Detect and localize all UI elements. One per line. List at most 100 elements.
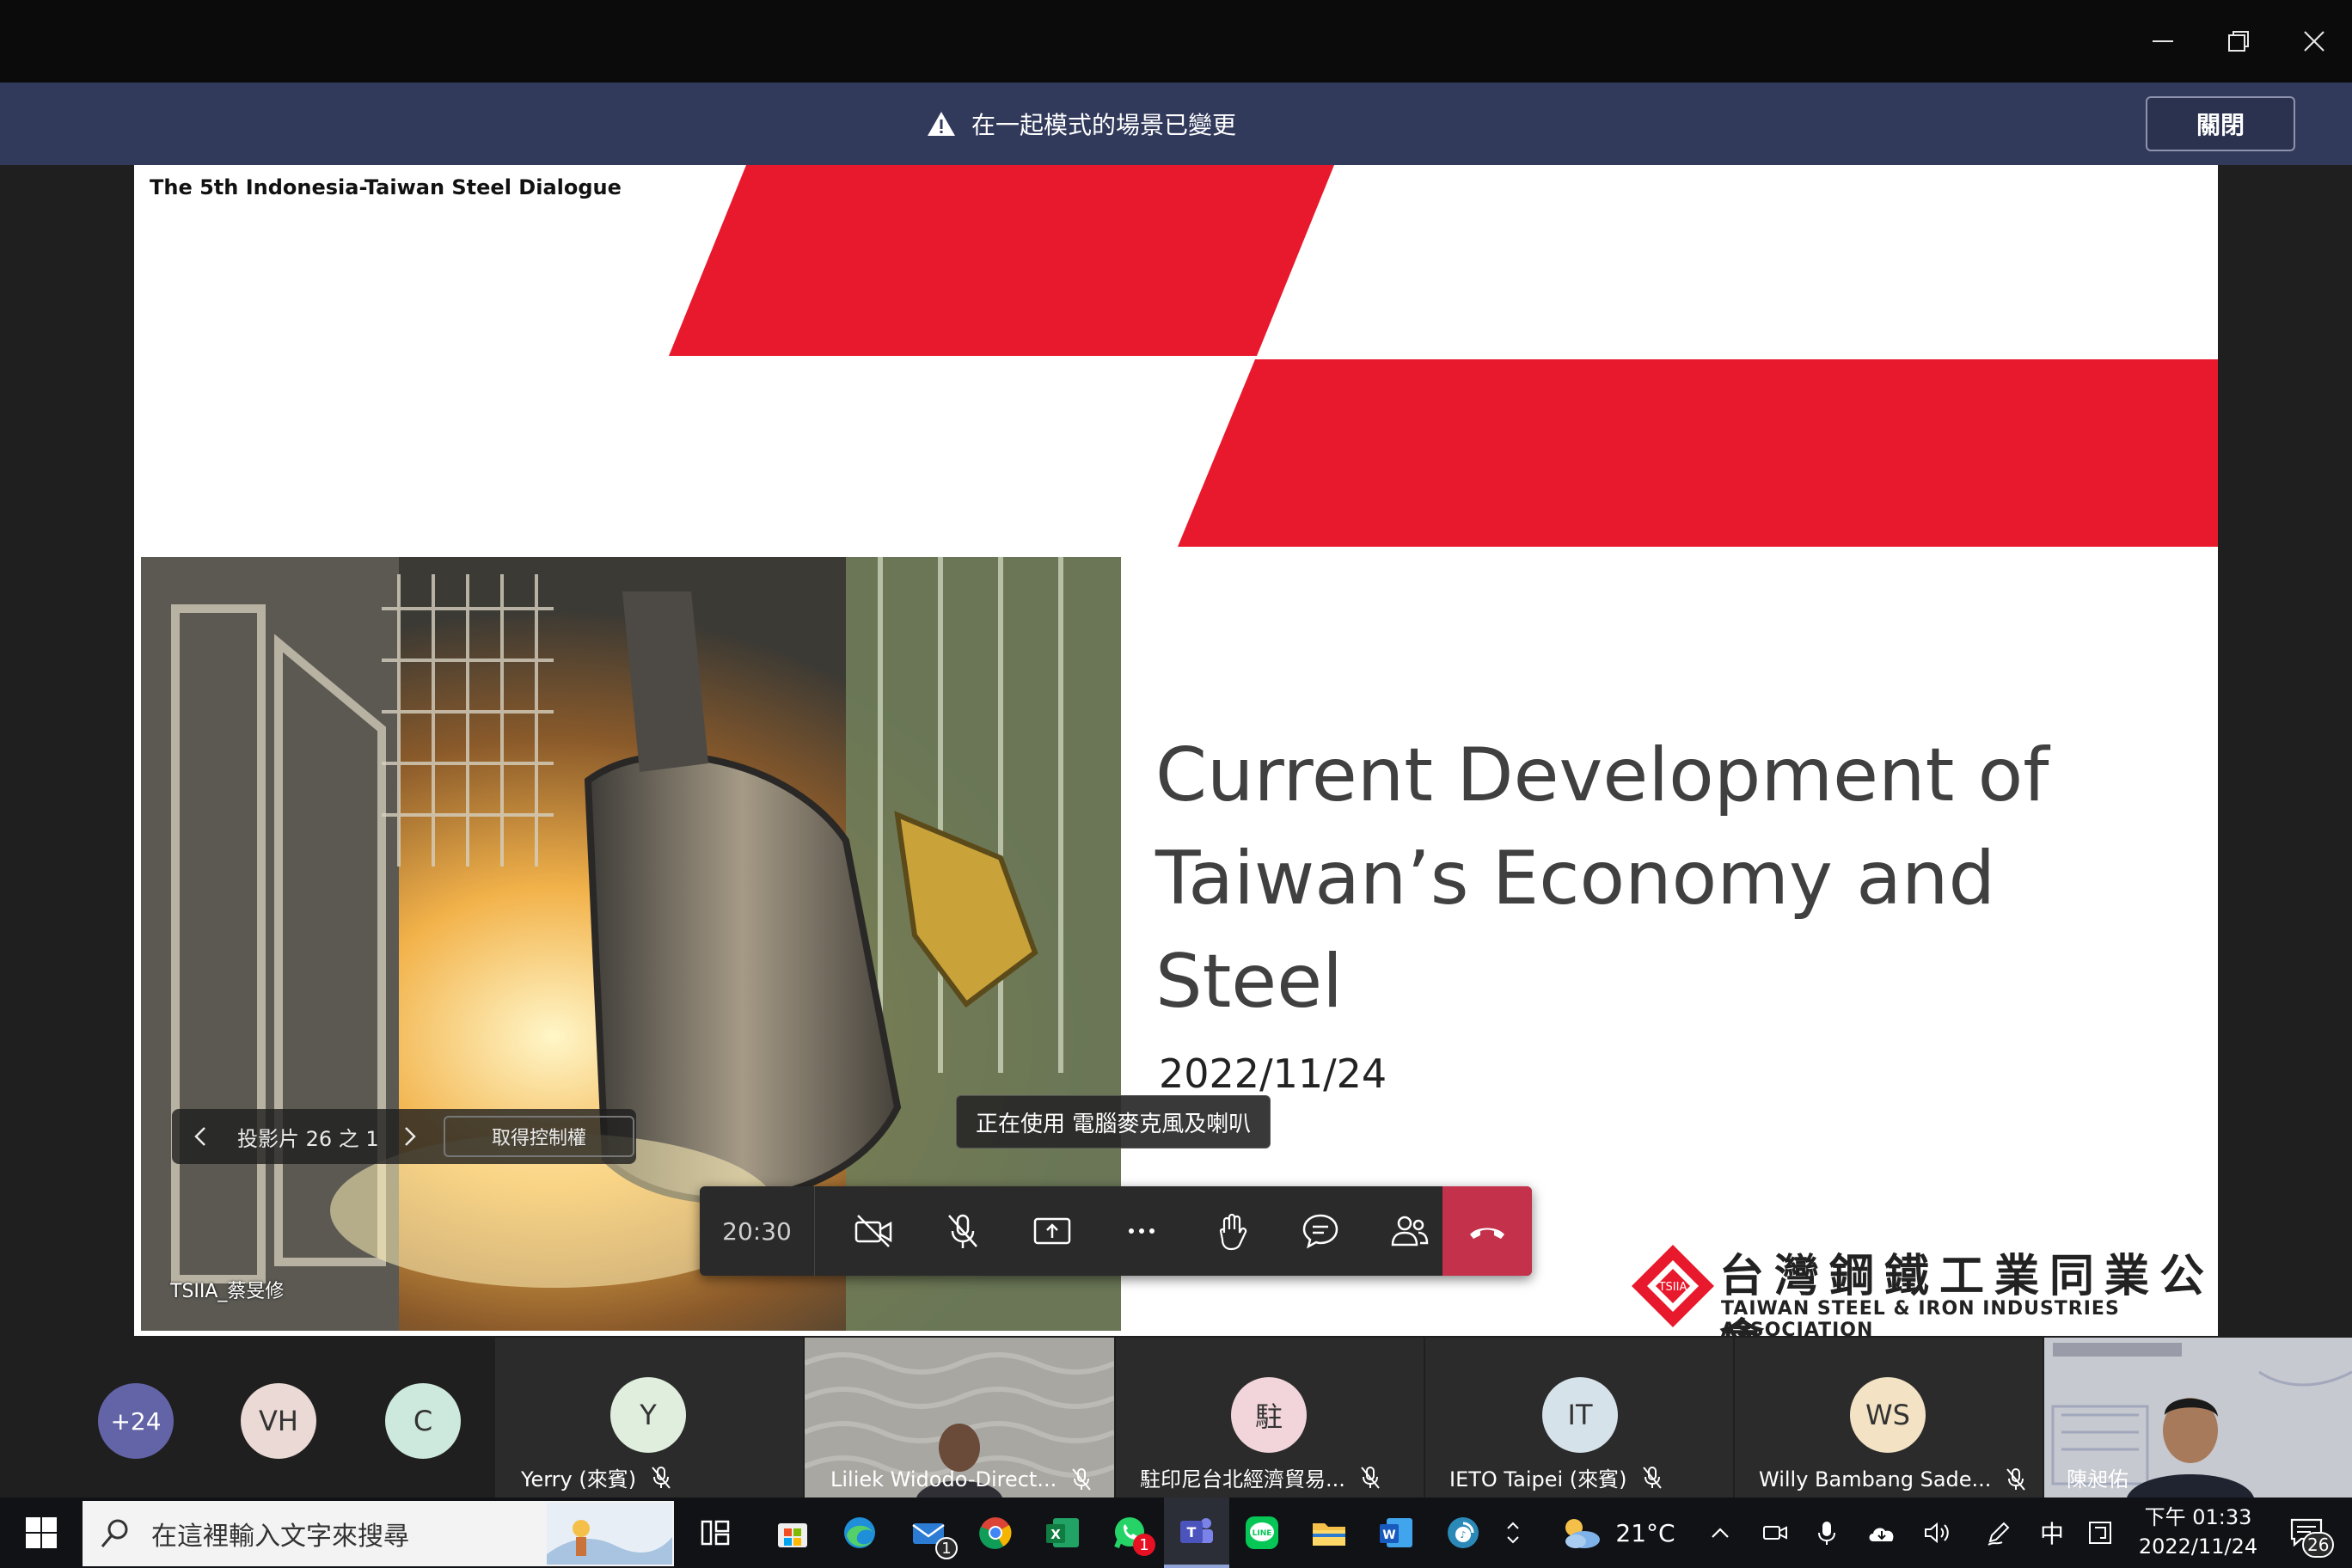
notification-center-button[interactable]: 26 bbox=[2276, 1498, 2337, 1568]
taskbar-clock[interactable]: 下午 01:33 2022/11/24 bbox=[2125, 1503, 2271, 1561]
task-view-icon bbox=[701, 1520, 730, 1546]
next-slide-button[interactable] bbox=[390, 1109, 428, 1164]
participant-name: Yerry (來賓) bbox=[521, 1462, 674, 1492]
avatar[interactable]: VH bbox=[241, 1383, 316, 1459]
excel-icon: X bbox=[1046, 1518, 1079, 1547]
microphone-tray-button[interactable] bbox=[1804, 1498, 1850, 1568]
volume-button[interactable] bbox=[1914, 1498, 1960, 1568]
tsiia-diamond-icon: TSIIA bbox=[1632, 1245, 1714, 1327]
camera-toggle-button[interactable] bbox=[829, 1186, 918, 1276]
input-mode-button[interactable] bbox=[2080, 1498, 2120, 1568]
participant-tile-video[interactable]: 陳昶佑 bbox=[2044, 1338, 2352, 1498]
notification-text: 在一起模式的場景已變更 bbox=[971, 111, 1236, 139]
window-title-bar bbox=[0, 0, 2352, 83]
mail-button[interactable]: 1 bbox=[896, 1498, 961, 1568]
chrome-button[interactable] bbox=[963, 1498, 1028, 1568]
pen-workspace-button[interactable] bbox=[1977, 1498, 2020, 1568]
participant-tile[interactable]: WS Willy Bambang Sade... bbox=[1735, 1338, 2043, 1498]
start-button[interactable] bbox=[0, 1498, 83, 1568]
participant-tile[interactable]: Y Yerry (來賓) bbox=[495, 1338, 803, 1498]
windows-logo-icon bbox=[26, 1517, 57, 1548]
word-button[interactable]: W bbox=[1363, 1498, 1429, 1568]
show-hidden-icons-button[interactable] bbox=[1700, 1498, 1740, 1568]
take-control-button[interactable]: 取得控制權 bbox=[444, 1116, 634, 1157]
participants-button[interactable] bbox=[1365, 1186, 1455, 1276]
search-highlight-illustration-icon bbox=[547, 1503, 672, 1565]
raise-hand-button[interactable] bbox=[1186, 1186, 1276, 1276]
participant-tile[interactable]: IT IETO Taipei (來賓) bbox=[1425, 1338, 1733, 1498]
slide-title-line-1: Current Development of bbox=[1155, 732, 2049, 818]
share-screen-button[interactable] bbox=[1008, 1186, 1097, 1276]
notification-close-button[interactable]: 關閉 bbox=[2146, 96, 2295, 151]
edge-icon bbox=[844, 1517, 875, 1548]
excel-button[interactable]: X bbox=[1030, 1498, 1095, 1568]
slide-counter: 投影片 26 之 1 bbox=[237, 1126, 379, 1151]
participant-name: IETO Taipei (來賓) bbox=[1449, 1462, 1665, 1492]
microphone-toggle-button[interactable] bbox=[918, 1186, 1008, 1276]
line-icon: LINE bbox=[1246, 1516, 1278, 1549]
svg-text:TSIIA: TSIIA bbox=[1658, 1281, 1687, 1294]
meet-now-button[interactable] bbox=[1752, 1498, 1798, 1568]
pen-icon bbox=[1988, 1522, 2010, 1546]
whatsapp-button[interactable]: 1 bbox=[1097, 1498, 1162, 1568]
minimize-button[interactable] bbox=[2122, 0, 2204, 83]
weather-temperature: 21°C bbox=[1615, 1518, 1675, 1547]
edge-button[interactable] bbox=[827, 1498, 892, 1568]
svg-text:W: W bbox=[1382, 1528, 1395, 1542]
participant-tile-video[interactable]: Liliek Widodo-Direct... bbox=[805, 1338, 1114, 1498]
warning-icon bbox=[927, 112, 955, 136]
taskbar-scroll[interactable] bbox=[1496, 1498, 1530, 1568]
word-icon: W bbox=[1380, 1518, 1412, 1547]
ime-mode-icon bbox=[2089, 1522, 2111, 1544]
svg-text:♪: ♪ bbox=[1460, 1529, 1466, 1540]
camera-icon bbox=[1763, 1526, 1787, 1540]
overflow-count[interactable]: +24 bbox=[98, 1383, 174, 1459]
svg-text:T: T bbox=[1187, 1524, 1197, 1540]
chevron-up-icon bbox=[1507, 1522, 1519, 1529]
taskbar-search-box[interactable]: 在這裡輸入文字來搜尋 bbox=[83, 1501, 674, 1566]
logo-english-name: TAIWAN STEEL & IRON INDUSTRIES ASSOCIATI… bbox=[1721, 1298, 2120, 1336]
partly-cloudy-icon bbox=[1565, 1519, 1601, 1548]
whatsapp-badge: 1 bbox=[1133, 1534, 1155, 1556]
speaker-icon bbox=[1925, 1522, 1949, 1544]
teams-button[interactable]: T bbox=[1164, 1498, 1229, 1568]
microphone-off-icon bbox=[948, 1214, 977, 1248]
search-icon bbox=[101, 1519, 128, 1547]
microsoft-store-icon bbox=[778, 1523, 807, 1547]
onedrive-button[interactable] bbox=[1859, 1498, 1905, 1568]
svg-text:X: X bbox=[1050, 1527, 1061, 1542]
weather-widget[interactable]: 21°C bbox=[1544, 1498, 1690, 1568]
music-app-button[interactable]: ♪ bbox=[1430, 1498, 1496, 1568]
chat-button[interactable] bbox=[1276, 1186, 1365, 1276]
slide-title-line-2: Taiwan’s Economy and Steel bbox=[1155, 836, 1996, 1025]
slide-title: Current Development of Taiwan’s Economy … bbox=[1155, 724, 2187, 1033]
task-view-button[interactable] bbox=[683, 1498, 748, 1568]
previous-slide-button[interactable] bbox=[182, 1109, 220, 1164]
leave-call-button[interactable] bbox=[1442, 1186, 1532, 1276]
file-explorer-button[interactable] bbox=[1296, 1498, 1362, 1568]
participant-tile[interactable]: 駐 駐印尼台北經濟貿易... bbox=[1116, 1338, 1424, 1498]
folder-icon bbox=[1313, 1523, 1345, 1546]
slide-header: The 5th Indonesia-Taiwan Steel Dialogue bbox=[150, 175, 622, 199]
slide-navigator: 投影片 26 之 1 取得控制權 bbox=[172, 1109, 636, 1164]
avatar[interactable]: C bbox=[385, 1383, 461, 1459]
avatar: IT bbox=[1542, 1377, 1618, 1453]
line-button[interactable]: LINE bbox=[1229, 1498, 1295, 1568]
chevron-down-icon bbox=[1507, 1536, 1519, 1544]
participant-name: Liliek Widodo-Direct... bbox=[830, 1467, 1094, 1492]
share-screen-icon bbox=[1033, 1217, 1071, 1245]
notification-message: 在一起模式的場景已變更 bbox=[0, 83, 2163, 165]
cloud-sync-icon bbox=[1869, 1528, 1894, 1541]
microsoft-store-button[interactable] bbox=[760, 1498, 825, 1568]
presenter-name: TSIIA_蔡旻修 bbox=[170, 1281, 285, 1302]
close-window-button[interactable] bbox=[2273, 0, 2352, 83]
tsiia-logo: TSIIA 台灣鋼鐵工業同業公會 TAIWAN STEEL & IRON IND… bbox=[1630, 1240, 2214, 1336]
slide-red-banner bbox=[669, 165, 2218, 547]
avatar: 駐 bbox=[1231, 1377, 1307, 1453]
input-method-button[interactable]: 中 bbox=[2032, 1498, 2072, 1568]
restore-button[interactable] bbox=[2197, 0, 2280, 83]
more-actions-button[interactable] bbox=[1097, 1186, 1186, 1276]
windows-taskbar: 在這裡輸入文字來搜尋 1 X 1 T LINE W ♪ 21°C 中 下午 01… bbox=[0, 1498, 2352, 1568]
muted-mic-icon bbox=[2006, 1468, 2026, 1491]
participant-name: 駐印尼台北經濟貿易... bbox=[1140, 1462, 1383, 1492]
